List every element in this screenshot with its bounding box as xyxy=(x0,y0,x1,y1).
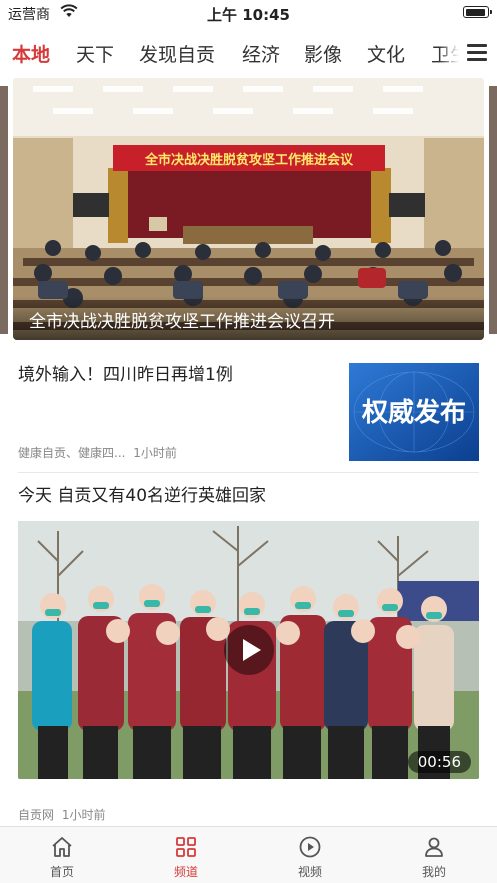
news-title-2[interactable]: 今天 自贡又有40名逆行英雄回家 xyxy=(18,484,266,508)
tab-world[interactable]: 天下 xyxy=(76,40,114,67)
authority-release-image: 权威发布 xyxy=(349,363,479,461)
news-time: 1小时前 xyxy=(133,446,177,460)
banner-slide[interactable]: 全市决战决胜脱贫攻坚工作推进会议 全市决战决胜脱贫攻坚工作推进会议召开 xyxy=(13,78,484,340)
news-source: 自贡网 xyxy=(18,808,55,822)
banner-caption: 全市决战决胜脱贫攻坚工作推进会议召开 xyxy=(13,296,484,340)
news-item-1[interactable]: 境外输入！四川昨日再增1例 健康自贡、健康四... 1小时前 权威发布 xyxy=(18,352,479,470)
battery-icon xyxy=(463,6,492,18)
news-meta: 健康自贡、健康四... 1小时前 xyxy=(18,444,177,461)
tabbar-label: 视频 xyxy=(297,865,322,879)
tabbar-home[interactable]: 首页 xyxy=(0,827,124,883)
home-icon xyxy=(52,837,72,857)
clock: 上午 10:45 xyxy=(207,6,290,24)
tabbar-video[interactable]: 视频 xyxy=(248,827,372,883)
tab-images[interactable]: 影像 xyxy=(304,40,342,67)
banner-carousel[interactable]: 全市决战决胜脱贫攻坚工作推进会议 全市决战决胜脱贫攻坚工作推进会议召开 xyxy=(0,78,497,340)
stage-sign-text: 全市决战决胜脱贫攻坚工作推进会议 xyxy=(144,152,354,168)
divider xyxy=(18,472,479,473)
next-slide-peek xyxy=(489,86,497,334)
tab-local[interactable]: 本地 xyxy=(12,40,50,67)
thumb-text: 权威发布 xyxy=(361,397,466,428)
news-title[interactable]: 境外输入！四川昨日再增1例 xyxy=(18,363,338,387)
play-icon xyxy=(243,639,261,661)
tab-economy[interactable]: 经济 xyxy=(242,40,280,67)
news-time: 1小时前 xyxy=(61,808,106,822)
play-button[interactable] xyxy=(224,625,274,675)
user-icon xyxy=(425,837,443,857)
prev-slide-peek xyxy=(0,86,8,334)
tabbar-label: 我的 xyxy=(421,865,446,879)
channel-tabs: 本地 天下 发现自贡 经济 影像 文化 卫生 xyxy=(0,30,497,76)
tab-discover-zigong[interactable]: 发现自贡 xyxy=(139,40,215,67)
bottom-tab-bar: 首页 频道 视频 我的 xyxy=(0,826,497,883)
news-thumbnail[interactable]: 权威发布 xyxy=(349,363,479,461)
video-duration: 00:56 xyxy=(407,751,471,773)
tabbar-label: 频道 xyxy=(173,865,198,879)
status-bar: 运营商 上午 10:45 xyxy=(0,0,497,26)
play-circle-icon xyxy=(299,836,321,858)
grid-icon xyxy=(176,837,196,857)
tabbar-label: 首页 xyxy=(49,865,74,879)
news-meta-2: 自贡网 1小时前 xyxy=(18,806,105,823)
tabbar-me[interactable]: 我的 xyxy=(372,827,496,883)
video-player[interactable]: 00:56 xyxy=(18,521,479,779)
menu-icon[interactable] xyxy=(467,44,487,62)
news-source: 健康自贡、健康四... xyxy=(18,446,126,460)
banner-title: 全市决战决胜脱贫攻坚工作推进会议召开 xyxy=(29,312,335,332)
tab-culture[interactable]: 文化 xyxy=(367,40,405,67)
tabbar-channels[interactable]: 频道 xyxy=(124,827,248,883)
